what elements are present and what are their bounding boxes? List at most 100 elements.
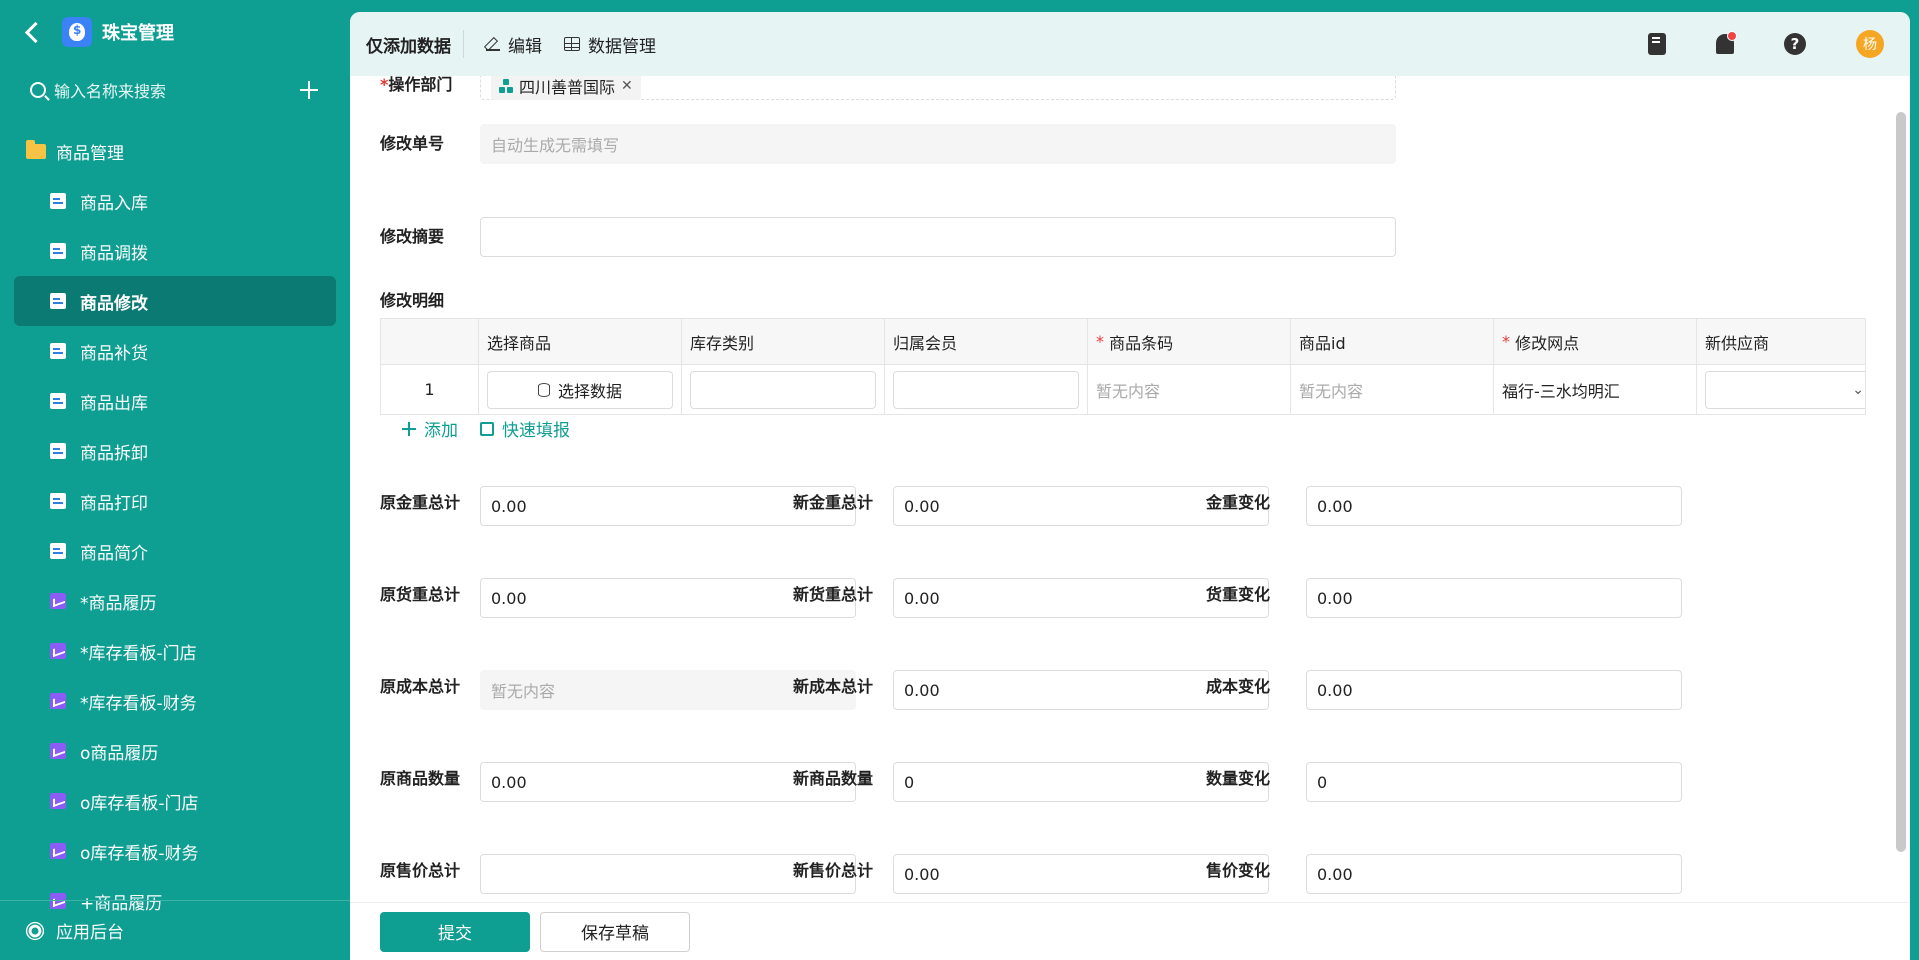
- doc-icon: [50, 543, 66, 559]
- totals-field-input[interactable]: 0.00: [1306, 486, 1682, 526]
- dept-tag: 四川善普国际 ✕: [491, 76, 641, 100]
- col-index: [381, 319, 479, 364]
- sidebar-item[interactable]: o库存看板-财务: [14, 826, 336, 876]
- col-member: 归属会员: [885, 319, 1088, 364]
- totals-field-input[interactable]: 0.00: [1306, 854, 1682, 894]
- quick-fill-button[interactable]: 快速填报: [480, 416, 570, 441]
- sidebar-item-label: o商品履历: [80, 743, 159, 764]
- sidebar-item-label: 商品打印: [80, 493, 148, 514]
- summary-input[interactable]: [480, 217, 1396, 257]
- new-supplier-cell: ⌄: [1697, 365, 1865, 414]
- member-input[interactable]: [893, 370, 1079, 409]
- branch-cell[interactable]: 福行-三水均明汇: [1494, 365, 1697, 414]
- form-content: *操作部门 四川善普国际 ✕ 修改单号 自动生成无需填写 修改摘要 修改明细 选…: [350, 76, 1892, 902]
- table-row: 1 选择数据 暂无内容 暂无内容 福行-三水均明汇 ⌄: [381, 365, 1865, 415]
- order-no-row: 修改单号 自动生成无需填写: [380, 124, 1396, 164]
- totals-field: 原金重总计 0.00: [380, 486, 856, 526]
- detail-row: 修改明细: [380, 288, 480, 313]
- totals-field-label: 原售价总计: [380, 861, 461, 880]
- totals-field: 原成本总计 暂无内容: [380, 670, 856, 710]
- sidebar-item[interactable]: o库存看板-门店: [14, 776, 336, 826]
- sidebar-item-label: 商品入库: [80, 193, 148, 214]
- edit-button[interactable]: 编辑: [486, 32, 542, 57]
- col-stock-type: 库存类别: [682, 319, 885, 364]
- back-arrow-icon[interactable]: [22, 22, 42, 42]
- product-id-cell: 暂无内容: [1291, 365, 1494, 414]
- detail-table: 选择商品 库存类别 归属会员 * 商品条码 商品id * 修改网点 新供应商 1…: [380, 318, 1866, 415]
- topbar-actions: ? 杨: [1598, 30, 1884, 58]
- help-icon[interactable]: ?: [1784, 33, 1806, 55]
- totals-field-input[interactable]: 0.00: [1306, 578, 1682, 618]
- totals-field: 货重变化 0.00: [1206, 578, 1682, 618]
- sidebar-item[interactable]: *库存看板-门店: [14, 626, 336, 676]
- close-icon[interactable]: ✕: [621, 78, 633, 94]
- sidebar-item[interactable]: 商品简介: [14, 526, 336, 576]
- chart-icon: [50, 843, 66, 859]
- dept-row: *操作部门 四川善普国际 ✕: [380, 76, 1396, 100]
- submit-button[interactable]: 提交: [380, 911, 530, 952]
- totals-field: 成本变化 0.00: [1206, 670, 1682, 710]
- totals-field-label: 金重变化: [1206, 493, 1271, 512]
- avatar[interactable]: 杨: [1856, 30, 1884, 58]
- totals-field: 原售价总计: [380, 854, 856, 894]
- sidebar-search[interactable]: 输入名称来搜索: [0, 64, 350, 116]
- totals-field: 原商品数量 0.00: [380, 762, 856, 802]
- sidebar-item[interactable]: 商品入库: [14, 176, 336, 226]
- save-draft-button[interactable]: 保存草稿: [540, 911, 690, 952]
- totals-field-label: 新售价总计: [793, 861, 874, 880]
- totals-field-label: 原成本总计: [380, 677, 461, 696]
- detail-label: 修改明细: [380, 291, 445, 310]
- totals-field: 数量变化 0: [1206, 762, 1682, 802]
- sidebar-group-goods[interactable]: 商品管理: [0, 126, 350, 176]
- topbar: 仅添加数据 编辑 数据管理 ? 杨: [350, 12, 1910, 76]
- member-cell: [885, 365, 1088, 414]
- totals-field: 原货重总计 0.00: [380, 578, 856, 618]
- book-icon[interactable]: [1648, 33, 1666, 55]
- search-icon: [30, 82, 46, 98]
- totals-field-label: 新金重总计: [793, 493, 874, 512]
- sidebar-item[interactable]: 商品调拨: [14, 226, 336, 276]
- dept-tag-label: 四川善普国际: [519, 77, 616, 97]
- sidebar-item-label: o库存看板-财务: [80, 843, 199, 864]
- col-barcode: * 商品条码: [1088, 319, 1291, 364]
- totals-field: 售价变化 0.00: [1206, 854, 1682, 894]
- summary-label: 修改摘要: [380, 227, 445, 246]
- doc-icon: [50, 243, 66, 259]
- sidebar-item[interactable]: 商品拆卸: [14, 426, 336, 476]
- table-icon: [564, 37, 580, 51]
- totals-field: 新货重总计 0.00: [793, 578, 1269, 618]
- sidebar-item[interactable]: 商品出库: [14, 376, 336, 426]
- folder-icon: [26, 139, 46, 159]
- totals-field-label: 售价变化: [1206, 861, 1271, 880]
- totals-field-input[interactable]: 0.00: [1306, 670, 1682, 710]
- sidebar-item-label: 商品简介: [80, 543, 148, 564]
- data-management-button[interactable]: 数据管理: [564, 32, 656, 57]
- select-data-button[interactable]: 选择数据: [487, 370, 673, 409]
- add-icon[interactable]: [300, 81, 318, 99]
- sidebar-item-label: 商品调拨: [80, 243, 148, 264]
- app-title: 珠宝管理: [102, 23, 174, 44]
- totals-field-input[interactable]: 0: [1306, 762, 1682, 802]
- sidebar-item[interactable]: 商品补货: [14, 326, 336, 376]
- new-supplier-select[interactable]: ⌄: [1705, 370, 1865, 409]
- scrollbar[interactable]: [1896, 112, 1906, 852]
- search-input[interactable]: 输入名称来搜索: [54, 78, 300, 102]
- chevron-down-icon: ⌄: [1852, 381, 1864, 398]
- sidebar-item[interactable]: 商品打印: [14, 476, 336, 526]
- sidebar-item-label: *库存看板-门店: [80, 643, 197, 664]
- bell-icon[interactable]: [1716, 31, 1737, 54]
- sidebar-item[interactable]: *商品履历: [14, 576, 336, 626]
- sidebar-item[interactable]: o商品履历: [14, 726, 336, 776]
- sidebar-footer[interactable]: 应用后台: [0, 900, 350, 960]
- add-row-button[interactable]: 添加: [402, 416, 458, 441]
- app-backend-link[interactable]: 应用后台: [56, 918, 124, 943]
- dept-field[interactable]: 四川善普国际 ✕: [480, 76, 1396, 100]
- dept-label: *操作部门: [380, 76, 453, 94]
- order-no-field: 自动生成无需填写: [480, 124, 1396, 164]
- stock-type-input[interactable]: [690, 370, 876, 409]
- totals-field-label: 原货重总计: [380, 585, 461, 604]
- sidebar-item[interactable]: 商品修改: [14, 276, 336, 326]
- sidebar-item[interactable]: *库存看板-财务: [14, 676, 336, 726]
- plus-icon: [402, 421, 416, 436]
- totals-field-label: 原商品数量: [380, 769, 461, 788]
